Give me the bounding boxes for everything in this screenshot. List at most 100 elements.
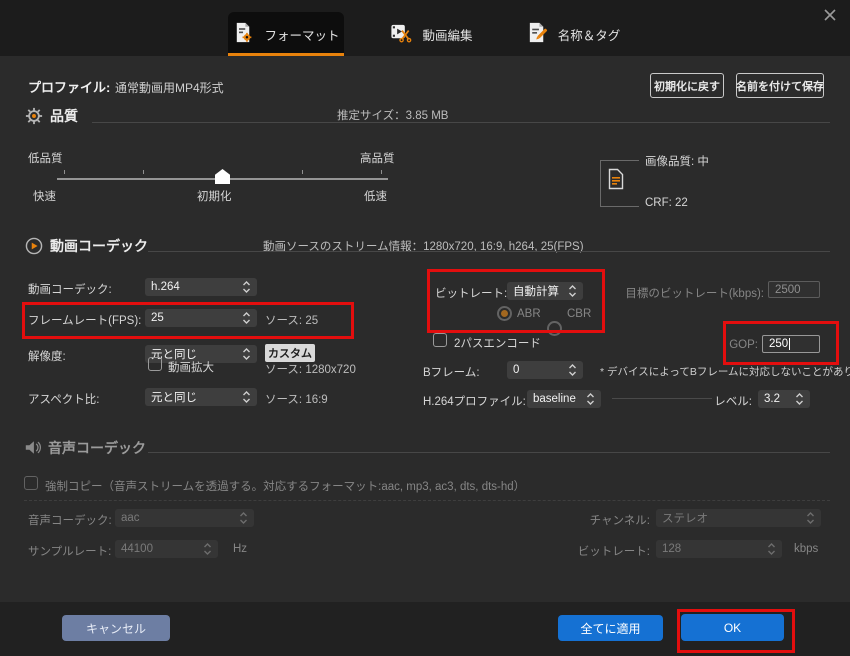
quality-section-title: 品質: [50, 106, 78, 126]
image-quality-value: 画像品質: 中: [645, 153, 709, 169]
framerate-select[interactable]: 25: [145, 309, 257, 327]
stepper-icon: [242, 311, 251, 325]
audio-codec-label: 音声コーデック:: [28, 512, 112, 528]
bframe-select[interactable]: 0: [507, 361, 583, 379]
cbr-label: CBR: [567, 308, 591, 320]
target-bitrate-value: 2500: [775, 284, 801, 296]
tab-bar: フォーマット 動画編集: [0, 0, 850, 56]
audio-bitrate-unit: kbps: [794, 543, 818, 555]
conversion-settings-dialog: フォーマット 動画編集: [0, 0, 850, 656]
estimated-size: 推定サイズ：3.85 MB: [337, 107, 448, 123]
apply-all-button[interactable]: 全てに適用: [558, 615, 663, 641]
video-edit-tab-icon: [389, 21, 413, 47]
force-copy-checkbox[interactable]: [24, 476, 38, 490]
abr-label: ABR: [517, 308, 541, 320]
speaker-icon: [24, 439, 42, 461]
audio-bitrate-select: 128: [656, 540, 782, 558]
stepper-icon: [767, 542, 776, 556]
cbr-radio: [547, 321, 562, 336]
quality-divider: [92, 122, 830, 123]
tab-video-edit[interactable]: 動画編集: [372, 12, 490, 56]
level-value: 3.2: [764, 393, 791, 405]
name-tag-tab-icon: [526, 21, 549, 47]
gop-input[interactable]: 250: [762, 335, 820, 353]
bitrate-value: 自動計算: [513, 283, 564, 299]
slider-label-slow: 低速: [364, 188, 387, 204]
audio-bitrate-value: 128: [662, 543, 763, 555]
save-as-button[interactable]: 名前を付けて保存: [736, 73, 824, 98]
sample-rate-unit: Hz: [233, 543, 247, 555]
abr-radio: [497, 306, 512, 321]
cancel-button[interactable]: キャンセル: [62, 615, 170, 641]
slider-label-high-quality: 高品質: [360, 150, 395, 166]
video-divider: [148, 251, 830, 252]
stepper-icon: [795, 392, 804, 406]
stepper-icon: [568, 284, 577, 298]
highlight-box-bitrate: [427, 269, 605, 333]
crf-value: CRF: 22: [645, 197, 688, 209]
h264-profile-value: baseline: [533, 393, 582, 405]
sample-rate-select: 44100: [115, 540, 218, 558]
framerate-source: ソース: 25: [265, 312, 318, 328]
framerate-value: 25: [151, 312, 238, 324]
tab-name-tag[interactable]: 名称＆タグ: [512, 12, 634, 56]
bframe-note: * デバイスによってBフレームに対応しないことがあります: [600, 364, 850, 379]
play-circle-icon: [25, 237, 43, 260]
profile-value: 通常動画用MP4形式: [115, 79, 224, 96]
gear-icon: [25, 107, 43, 130]
h264-profile-label: H.264プロファイル:: [423, 393, 526, 409]
stepper-icon: [586, 392, 595, 406]
two-pass-checkbox[interactable]: [433, 333, 447, 347]
tab-name-tag-label: 名称＆タグ: [558, 25, 621, 44]
stepper-icon: [242, 280, 251, 294]
gop-label: GOP:: [705, 339, 758, 351]
audio-divider: [148, 452, 830, 453]
upscale-checkbox[interactable]: [148, 357, 162, 371]
resolution-label: 解像度:: [28, 348, 66, 364]
tab-format[interactable]: フォーマット: [228, 12, 344, 56]
level-select[interactable]: 3.2: [758, 390, 810, 408]
footer-bar: キャンセル 全てに適用 OK: [0, 602, 850, 656]
ok-button[interactable]: OK: [681, 614, 784, 641]
aspect-value: 元と同じ: [151, 389, 238, 405]
slider-label-fast: 快速: [33, 188, 56, 204]
stepper-icon: [239, 511, 248, 525]
sample-rate-label: サンプルレート:: [28, 543, 111, 559]
upscale-label: 動画拡大: [168, 359, 214, 375]
aspect-select[interactable]: 元と同じ: [145, 388, 257, 406]
format-tab-icon: [232, 21, 255, 47]
video-codec-select[interactable]: h.264: [145, 278, 257, 296]
sample-rate-value: 44100: [121, 543, 199, 555]
aspect-source: ソース: 16:9: [265, 391, 328, 407]
stepper-icon: [806, 511, 815, 525]
audio-bitrate-label: ビットレート:: [545, 543, 650, 559]
audio-dashed-divider: [24, 500, 830, 501]
force-copy-label: 強制コピー（音声ストリームを透過する。対応するフォーマット:aac, mp3, …: [45, 478, 525, 494]
channel-label: チャンネル:: [545, 512, 650, 528]
target-bitrate-label: 目標のビットレート(kbps):: [612, 285, 764, 301]
channel-select: ステレオ: [656, 509, 821, 527]
stepper-icon: [203, 542, 212, 556]
channel-value: ステレオ: [662, 510, 802, 526]
resolution-source: ソース: 1280x720: [265, 361, 356, 377]
active-tab-underline: [228, 53, 344, 56]
level-label: レベル:: [695, 393, 752, 409]
video-codec-value: h.264: [151, 281, 238, 293]
audio-section-title: 音声コーデック: [48, 438, 146, 458]
close-icon[interactable]: [822, 7, 838, 23]
text-caret: [789, 338, 790, 350]
stepper-icon: [242, 347, 251, 361]
bframe-label: Bフレーム:: [423, 364, 480, 380]
stepper-icon: [568, 363, 577, 377]
profile-label: プロファイル:: [28, 77, 110, 96]
bframe-value: 0: [513, 364, 564, 376]
reset-defaults-button[interactable]: 初期化に戻す: [650, 73, 724, 98]
bitrate-select[interactable]: 自動計算: [507, 282, 583, 300]
bitrate-label: ビットレート:: [435, 285, 507, 301]
h264-profile-select[interactable]: baseline: [527, 390, 601, 408]
gop-value: 250: [769, 338, 788, 350]
two-pass-label: 2パスエンコード: [454, 335, 541, 351]
video-section-title: 動画コーデック: [50, 236, 148, 256]
aspect-label: アスペクト比:: [28, 391, 99, 407]
custom-resolution-button[interactable]: カスタム: [265, 344, 315, 362]
